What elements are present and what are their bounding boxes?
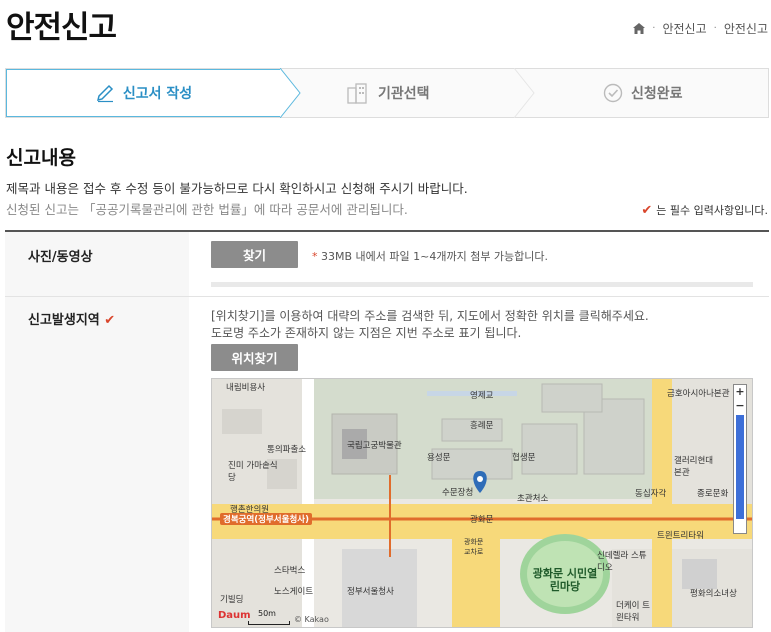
- map-label: 금호아시아나본관: [667, 389, 730, 399]
- map-label: 갤러리현대 본관: [674, 456, 714, 478]
- building-icon: [346, 82, 370, 104]
- map-label: 진미 가마솥식당: [228, 461, 278, 483]
- check-circle-icon: [603, 83, 623, 103]
- required-field-note: ✔ 는 필수 입력사항입니다.: [641, 202, 768, 218]
- map-label: 내림비용사: [226, 383, 266, 393]
- required-check-icon: ✔: [104, 313, 116, 328]
- breadcrumb-separator: ·: [652, 23, 656, 34]
- map-label: 흥례문: [470, 421, 494, 431]
- map-label: 스타벅스: [274, 566, 306, 576]
- map-zoom-control[interactable]: + −: [733, 384, 747, 534]
- home-icon[interactable]: [633, 23, 646, 34]
- zoom-out-icon[interactable]: −: [734, 400, 746, 412]
- records-law-notice: 신청된 신고는 「공공기록물관리에 관한 법률」에 따라 공문서에 관리됩니다.: [6, 202, 408, 217]
- breadcrumb-item-current: 안전신고: [723, 22, 768, 36]
- location-label: 신고발생지역 ✔: [28, 309, 115, 328]
- find-location-button[interactable]: 위치찾기: [211, 344, 298, 371]
- pencil-icon: [95, 83, 115, 103]
- location-instruction: [위치찾기]를 이용하여 대략의 주소를 검색한 뒤, 지도에서 정확한 위치를…: [211, 309, 649, 323]
- map-label: 수문장청: [442, 488, 474, 498]
- location-map[interactable]: 내림비용사 영제교 금호아시아나본관 흥례문 통의파출소 국립고궁박물관 용성문…: [211, 378, 753, 628]
- map-label: 평화의소녀상: [690, 589, 737, 599]
- notice-text: 제목과 내용은 접수 후 수정 등이 불가능하므로 다시 확인하시고 신청해 주…: [6, 181, 468, 196]
- breadcrumb: · 안전신고 · 안전신고: [633, 20, 768, 37]
- map-label: 초관처소: [517, 494, 549, 504]
- row-label-bg: [5, 297, 189, 632]
- section-title: 신고내용: [6, 147, 76, 169]
- map-label: 동십자각: [635, 489, 667, 499]
- photo-video-label: 사진/동영상: [28, 250, 93, 265]
- required-note-text: 는 필수 입력사항입니다.: [656, 204, 768, 217]
- location-address-note: 도로명 주소가 존재하지 않는 지점은 지번 주소로 표기 됩니다.: [211, 326, 522, 340]
- map-label: 더케이 트윈타워: [616, 601, 650, 623]
- hint-star: *: [312, 250, 318, 263]
- upload-hint: * 33MB 내에서 파일 1~4개까지 첨부 가능합니다.: [312, 248, 548, 264]
- map-copyright: © Kakao: [294, 615, 329, 624]
- step-arrow: [514, 68, 535, 118]
- map-provider-logo: Daum: [218, 610, 251, 621]
- map-label-park: 광화문 시민열린마당: [532, 567, 598, 593]
- step-arrow: [280, 68, 301, 118]
- map-label: 통의파출소: [267, 445, 307, 455]
- map-label: 영제교: [470, 391, 494, 401]
- map-label: 정부서울청사: [347, 587, 394, 597]
- map-label: 광화문: [470, 515, 494, 525]
- map-scale-bar: [248, 621, 290, 625]
- map-label: 협생문: [512, 453, 536, 463]
- breadcrumb-separator: ·: [713, 23, 717, 34]
- zoom-in-icon[interactable]: +: [734, 386, 746, 398]
- map-label: 노스게이트: [274, 587, 314, 597]
- map-scale-label: 50m: [258, 609, 276, 618]
- step-write: 신고서 작성: [6, 69, 281, 117]
- map-label: 종로문화: [697, 489, 729, 499]
- map-label: 기빌딩: [220, 595, 244, 605]
- map-label-station: 경복궁역(정부서울청사): [220, 513, 312, 525]
- step-complete: 신청완료: [603, 69, 683, 117]
- map-label: 용성문: [427, 453, 451, 463]
- map-label: 국립고궁박물관: [347, 441, 402, 451]
- step-agency: 기관선택: [346, 69, 430, 117]
- location-label-text: 신고발생지역: [28, 313, 100, 328]
- map-label: 신데렐라 스튜디오: [597, 551, 647, 573]
- map-label: 광화문 교차로: [464, 538, 484, 556]
- page-title: 안전신고: [6, 10, 117, 46]
- step-indicator: 신고서 작성 기관선택 신청완료: [5, 68, 769, 118]
- upload-hint-text: 33MB 내에서 파일 1~4개까지 첨부 가능합니다.: [321, 250, 549, 263]
- step-agency-label: 기관선택: [378, 86, 430, 102]
- breadcrumb-item[interactable]: 안전신고: [662, 20, 706, 37]
- upload-list-area: [211, 282, 753, 287]
- zoom-slider[interactable]: [736, 415, 744, 519]
- required-check-icon: ✔: [641, 202, 653, 218]
- find-file-button[interactable]: 찾기: [211, 241, 298, 268]
- map-label: 트윈트리타워: [657, 531, 704, 541]
- step-write-label: 신고서 작성: [122, 86, 193, 102]
- step-complete-label: 신청완료: [631, 86, 683, 102]
